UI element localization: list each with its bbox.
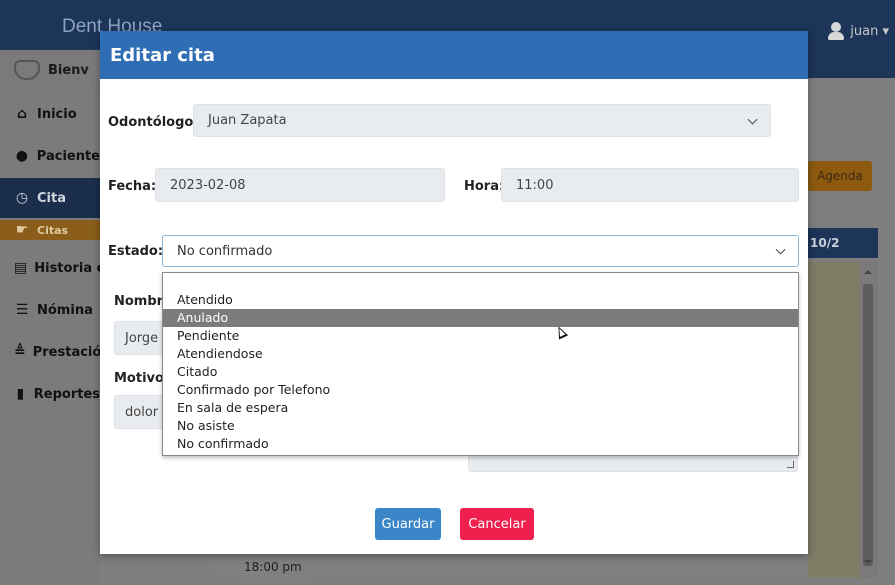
sidebar-item-label: Citas bbox=[37, 223, 69, 237]
estado-option[interactable]: No confirmado bbox=[163, 435, 798, 453]
motivo-label: Motivo bbox=[114, 371, 164, 386]
home-icon: ⌂ bbox=[16, 106, 28, 122]
hora-label: Hora: bbox=[464, 179, 505, 194]
sidebar-item-inicio[interactable]: ⌂ Inicio bbox=[0, 98, 100, 130]
chevron-down-icon bbox=[747, 114, 758, 125]
scroll-up-icon[interactable] bbox=[864, 270, 872, 274]
time-cell: 18:00 pm bbox=[238, 556, 310, 580]
tooth-logo-icon bbox=[14, 60, 40, 80]
sidebar-item-paciente[interactable]: ● Paciente bbox=[0, 140, 100, 172]
hand-point-icon: ☛ bbox=[15, 222, 29, 238]
odontologo-value: Juan Zapata bbox=[208, 113, 287, 128]
save-button[interactable]: Guardar bbox=[375, 508, 441, 540]
motivo-value: dolor bbox=[125, 404, 159, 420]
sidebar-item-label: Historia c bbox=[34, 260, 100, 276]
odontologo-label: Odontólogo: bbox=[108, 115, 199, 130]
estado-option[interactable]: Confirmado por Telefono bbox=[163, 381, 798, 399]
sidebar-item-cita[interactable]: ◷ Cita bbox=[0, 178, 100, 218]
fecha-field[interactable]: 2023-02-08 bbox=[155, 168, 445, 202]
grid-column-cells bbox=[808, 262, 860, 578]
estado-label: Estado: bbox=[108, 244, 164, 259]
id-card-icon: ▤ bbox=[14, 260, 28, 276]
estado-dropdown-list: Atendido Anulado Pendiente Atendiendose … bbox=[162, 272, 799, 456]
fecha-label: Fecha: bbox=[108, 179, 157, 194]
estado-option-highlighted[interactable]: Anulado bbox=[163, 309, 798, 327]
sidebar-item-label: Inicio bbox=[37, 106, 77, 122]
cancel-button[interactable]: Cancelar bbox=[460, 508, 534, 540]
sidebar-item-label: Cita bbox=[37, 190, 66, 206]
fecha-value: 2023-02-08 bbox=[170, 177, 246, 193]
list-icon: ☰ bbox=[15, 302, 29, 318]
grid-column-header: 10/2 bbox=[808, 228, 878, 258]
welcome-text: Bienv bbox=[48, 62, 89, 78]
clock-icon: ◷ bbox=[15, 190, 29, 206]
scroll-down-icon[interactable] bbox=[864, 560, 872, 564]
estado-value: No confirmado bbox=[177, 243, 273, 259]
sidebar-item-prestacion[interactable]: ≜ Prestació bbox=[0, 336, 100, 368]
sidebar-welcome: Bienv bbox=[0, 50, 100, 90]
estado-option[interactable]: No asiste bbox=[163, 417, 798, 435]
hora-value: 11:00 bbox=[516, 177, 554, 193]
modal-title: Editar cita bbox=[100, 31, 808, 79]
sidebar-item-label: Reportes bbox=[33, 386, 100, 402]
sidebar-item-historia[interactable]: ▤ Historia c bbox=[0, 252, 100, 284]
user-name: juan ▾ bbox=[850, 23, 889, 39]
sidebar-item-label: Paciente bbox=[36, 148, 100, 164]
estado-option[interactable]: En sala de espera bbox=[163, 399, 798, 417]
user-menu[interactable]: juan ▾ bbox=[828, 22, 889, 40]
agenda-button[interactable]: Agenda bbox=[808, 161, 872, 191]
sidebar-item-nomina[interactable]: ☰ Nómina bbox=[0, 294, 100, 326]
file-icon: ▮ bbox=[16, 386, 25, 402]
user-icon bbox=[828, 22, 845, 40]
estado-option[interactable]: Atendido bbox=[163, 291, 798, 309]
odontologo-select[interactable]: Juan Zapata bbox=[193, 104, 771, 137]
resize-handle-icon[interactable] bbox=[787, 461, 794, 468]
nombre-value: Jorge bbox=[125, 330, 159, 346]
hora-field[interactable]: 11:00 bbox=[501, 168, 799, 202]
estado-option[interactable]: Citado bbox=[163, 363, 798, 381]
sidebar-item-label: Prestació bbox=[32, 344, 100, 360]
sidebar-item-label: Nómina bbox=[37, 302, 93, 318]
people-icon: ≜ bbox=[14, 344, 26, 360]
sidebar-item-reportes[interactable]: ▮ Reportes bbox=[0, 378, 100, 410]
estado-option[interactable]: Pendiente bbox=[163, 327, 798, 345]
sidebar-item-citas[interactable]: ☛ Citas bbox=[0, 220, 100, 240]
estado-select[interactable]: No confirmado bbox=[162, 235, 799, 267]
user-icon: ● bbox=[15, 148, 28, 164]
estado-option[interactable]: Atendiendose bbox=[163, 345, 798, 363]
chevron-down-icon bbox=[775, 244, 786, 255]
scrollbar-thumb[interactable] bbox=[863, 284, 873, 566]
